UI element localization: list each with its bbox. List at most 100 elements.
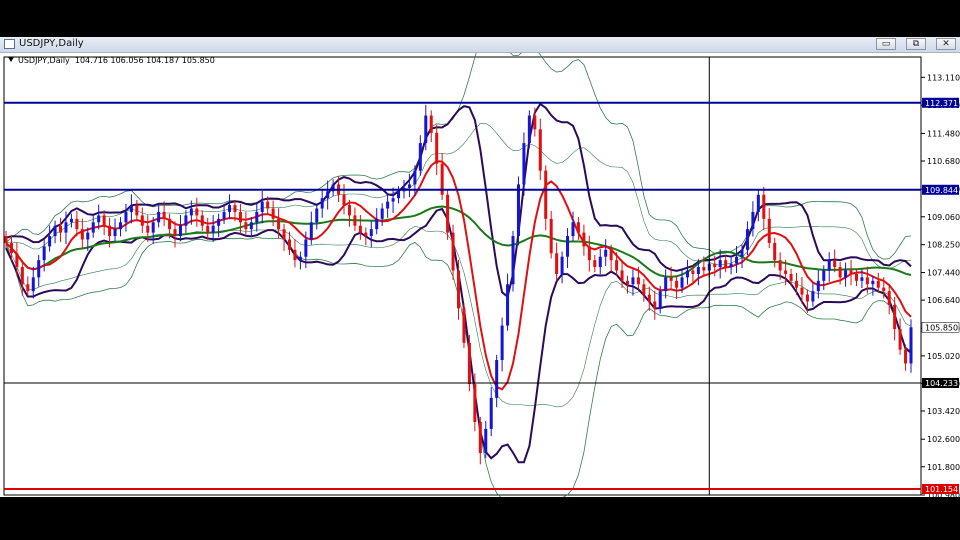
candle-bull bbox=[37, 260, 41, 278]
candle-bear bbox=[582, 232, 586, 247]
candle-bull bbox=[91, 222, 95, 233]
candle-bear bbox=[168, 218, 172, 230]
candle-bull bbox=[729, 263, 733, 268]
candle-bear bbox=[429, 115, 433, 133]
candle-bull bbox=[320, 198, 324, 209]
candle-bear bbox=[287, 239, 292, 250]
candle-bear bbox=[206, 225, 210, 233]
candle-bull bbox=[151, 222, 155, 233]
level-price-label: 101.154 bbox=[925, 485, 958, 494]
candle-bear bbox=[108, 225, 112, 237]
candle-bear bbox=[9, 242, 13, 254]
candle-bull bbox=[751, 211, 755, 230]
candle-bear bbox=[244, 222, 248, 230]
price-chart[interactable]: 113.110112.300111.480110.680109.860109.0… bbox=[0, 53, 960, 497]
candle-bull bbox=[53, 225, 57, 237]
candle-bull bbox=[255, 211, 259, 223]
candle-bear bbox=[533, 115, 537, 130]
candle-bull bbox=[844, 270, 848, 278]
candle-bear bbox=[59, 225, 63, 233]
close-button[interactable]: ✕ bbox=[936, 38, 956, 50]
dropdown-triangle-icon[interactable] bbox=[8, 57, 14, 62]
level-price-label: 112.371 bbox=[925, 99, 958, 108]
chart-ohlc: 104.716 106.056 104.187 105.850 bbox=[74, 56, 215, 65]
restore-button[interactable]: ⧉ bbox=[906, 38, 926, 50]
candle-bear bbox=[849, 270, 853, 274]
candle-bull bbox=[315, 208, 319, 223]
y-tick-label: 108.250 bbox=[927, 241, 960, 250]
candle-bull bbox=[113, 229, 117, 237]
candle-bear bbox=[865, 277, 869, 285]
candle-bull bbox=[386, 201, 390, 209]
candle-bear bbox=[800, 287, 804, 295]
candle-bull bbox=[380, 208, 384, 219]
y-tick-label: 102.600 bbox=[927, 435, 960, 444]
candle-bull bbox=[31, 277, 35, 292]
candle-bear bbox=[200, 215, 204, 226]
candle-bear bbox=[893, 304, 897, 330]
candle-bear bbox=[80, 229, 84, 240]
y-tick-label: 101.800 bbox=[927, 463, 960, 472]
candle-bull bbox=[745, 229, 749, 250]
candle-bear bbox=[135, 205, 139, 216]
candle-bear bbox=[795, 280, 799, 288]
candle-bear bbox=[446, 194, 450, 233]
candle-bear bbox=[576, 222, 580, 233]
candle-bull bbox=[631, 277, 635, 285]
candle-bear bbox=[854, 273, 858, 281]
candle-bull bbox=[260, 201, 264, 212]
candle-bull bbox=[228, 205, 232, 212]
candle-bear bbox=[102, 215, 106, 226]
minimize-button[interactable]: ▭ bbox=[876, 38, 896, 50]
candle-bull bbox=[42, 246, 46, 261]
candle-bear bbox=[358, 225, 362, 233]
candle-bear bbox=[647, 294, 651, 302]
chart-area[interactable]: 113.110112.300111.480110.680109.860109.0… bbox=[0, 53, 960, 497]
candle-bear bbox=[195, 208, 199, 216]
chart-symbol: USDJPY,Daily bbox=[18, 56, 70, 65]
candle-bear bbox=[555, 253, 559, 274]
candle-bull bbox=[211, 225, 215, 233]
y-tick-label: 109.060 bbox=[927, 213, 960, 222]
candle-bull bbox=[495, 360, 499, 398]
candle-bear bbox=[353, 215, 357, 226]
candle-bull bbox=[375, 218, 379, 230]
candle-bull bbox=[86, 232, 90, 240]
candle-bear bbox=[75, 218, 79, 230]
candle-bear bbox=[675, 280, 679, 288]
candle-bull bbox=[860, 277, 864, 281]
y-tick-label: 110.680 bbox=[927, 157, 960, 166]
y-tick-label: 105.020 bbox=[927, 352, 960, 361]
candle-bear bbox=[904, 349, 908, 364]
candle-bull bbox=[217, 218, 221, 226]
candle-bear bbox=[625, 280, 630, 285]
candle-bear bbox=[162, 211, 166, 219]
candle-bull bbox=[64, 222, 68, 233]
candle-bull bbox=[827, 260, 831, 271]
candle-bull bbox=[909, 327, 913, 364]
candle-bear bbox=[4, 236, 8, 243]
candle-bull bbox=[735, 256, 739, 264]
candle-bear bbox=[347, 205, 351, 216]
candle-bear bbox=[451, 232, 455, 271]
candle-bear bbox=[784, 270, 788, 274]
candle-bull bbox=[124, 211, 128, 223]
candle-bull bbox=[718, 260, 722, 268]
candle-bull bbox=[822, 270, 826, 281]
candle-bull bbox=[658, 291, 662, 309]
window-titlebar[interactable]: USDJPY,Daily ▭ ⧉ ✕ bbox=[0, 37, 960, 53]
plot-frame bbox=[3, 56, 922, 496]
candle-bull bbox=[418, 143, 422, 171]
candle-bear bbox=[146, 225, 150, 233]
candle-bear bbox=[833, 260, 837, 268]
candle-bull bbox=[369, 229, 373, 237]
y-tick-label: 106.640 bbox=[927, 296, 960, 305]
candle-bear bbox=[467, 342, 471, 385]
candle-bear bbox=[642, 284, 646, 295]
candle-bull bbox=[571, 222, 575, 237]
candle-bear bbox=[887, 291, 891, 305]
candle-bull bbox=[157, 211, 161, 223]
candle-bear bbox=[549, 218, 553, 254]
candle-bear bbox=[238, 211, 242, 223]
candle-bull bbox=[527, 115, 531, 144]
